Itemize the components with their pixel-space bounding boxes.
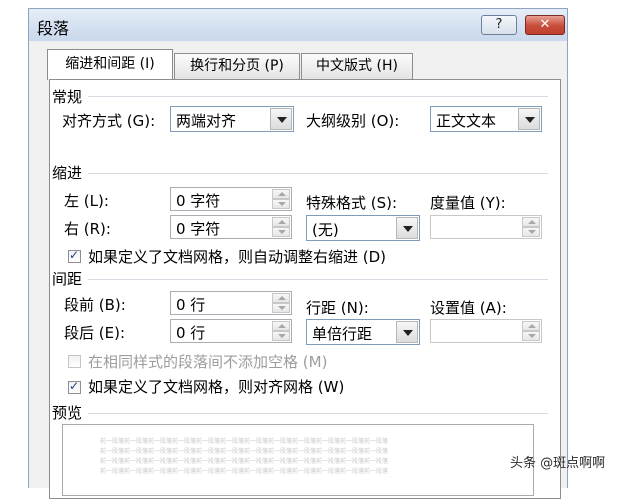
auto-adjust-indent-checkbox[interactable] bbox=[68, 248, 81, 263]
section-divider bbox=[88, 173, 548, 174]
space-after-value: 0 行 bbox=[176, 324, 206, 342]
snap-to-grid-label: 如果定义了文档网格，则对齐网格 (W) bbox=[88, 378, 345, 396]
tab-line-page-breaks[interactable]: 换行和分页 (P) bbox=[174, 53, 300, 79]
amount-label: 度量值 (Y): bbox=[430, 194, 506, 212]
spin-up-icon[interactable] bbox=[272, 321, 290, 331]
indent-left-stepper[interactable]: 0 字符 bbox=[170, 187, 292, 211]
preview-text-line: 前一段落前一段落前一段落前一段落前一段落前一段落前一段落前一段落前一段落前一段落… bbox=[100, 458, 389, 465]
tab-chinese-typography[interactable]: 中文版式 (H) bbox=[301, 53, 413, 79]
section-divider bbox=[88, 279, 548, 280]
section-divider bbox=[88, 413, 548, 414]
spin-up-icon[interactable] bbox=[272, 293, 290, 303]
special-format-select[interactable]: (无) bbox=[306, 215, 420, 241]
outline-level-select[interactable]: 正文文本 bbox=[430, 106, 542, 132]
at-stepper[interactable] bbox=[430, 319, 542, 343]
line-spacing-label: 行距 (N): bbox=[306, 299, 369, 317]
preview-text-line: 前一段落前一段落前一段落前一段落前一段落前一段落前一段落前一段落前一段落前一段落… bbox=[100, 468, 389, 475]
no-space-same-style-checkbox[interactable] bbox=[68, 355, 81, 368]
section-preview-title: 预览 bbox=[52, 404, 83, 422]
close-button[interactable]: ✕ bbox=[525, 15, 565, 35]
chevron-down-icon[interactable] bbox=[396, 321, 418, 343]
line-spacing-select[interactable]: 单倍行距 bbox=[306, 319, 420, 345]
at-label: 设置值 (A): bbox=[430, 299, 507, 317]
outline-level-value: 正文文本 bbox=[436, 112, 497, 130]
indent-left-value: 0 字符 bbox=[176, 192, 221, 210]
spin-down-icon[interactable] bbox=[272, 331, 290, 341]
section-divider bbox=[88, 96, 548, 97]
alignment-label: 对齐方式 (G): bbox=[62, 112, 156, 130]
spin-down-icon[interactable] bbox=[272, 303, 290, 313]
amount-stepper[interactable] bbox=[430, 215, 542, 239]
section-spacing-title: 间距 bbox=[52, 270, 83, 288]
space-after-stepper[interactable]: 0 行 bbox=[170, 319, 292, 343]
indent-right-stepper[interactable]: 0 字符 bbox=[170, 215, 292, 239]
section-general-title: 常规 bbox=[52, 88, 83, 106]
spin-up-icon[interactable] bbox=[522, 217, 540, 227]
auto-adjust-indent-label: 如果定义了文档网格，则自动调整右缩进 (D) bbox=[88, 248, 387, 266]
indent-right-value: 0 字符 bbox=[176, 220, 221, 238]
space-before-stepper[interactable]: 0 行 bbox=[170, 291, 292, 315]
special-format-value: (无) bbox=[312, 221, 339, 239]
snap-to-grid-checkbox[interactable] bbox=[68, 379, 81, 394]
dialog-title: 段落 bbox=[37, 19, 70, 38]
chevron-down-icon[interactable] bbox=[270, 108, 292, 130]
special-format-label: 特殊格式 (S): bbox=[306, 194, 398, 212]
spin-down-icon[interactable] bbox=[272, 227, 290, 237]
spin-up-icon[interactable] bbox=[272, 189, 290, 199]
space-after-label: 段后 (E): bbox=[64, 324, 126, 342]
watermark-text: 头条 @斑点啊啊 bbox=[510, 456, 606, 471]
indent-right-label: 右 (R): bbox=[64, 220, 111, 238]
title-bar: 段落 ? ✕ bbox=[29, 9, 567, 41]
chevron-down-icon[interactable] bbox=[396, 217, 418, 239]
spin-up-icon[interactable] bbox=[272, 217, 290, 227]
spin-down-icon[interactable] bbox=[272, 199, 290, 209]
outline-level-label: 大纲级别 (O): bbox=[306, 112, 400, 130]
line-spacing-value: 单倍行距 bbox=[312, 325, 373, 343]
spin-down-icon[interactable] bbox=[522, 331, 540, 341]
alignment-value: 两端对齐 bbox=[176, 112, 237, 130]
space-before-label: 段前 (B): bbox=[64, 296, 126, 314]
space-before-value: 0 行 bbox=[176, 296, 206, 314]
help-button[interactable]: ? bbox=[481, 15, 517, 35]
spin-down-icon[interactable] bbox=[522, 227, 540, 237]
indent-left-label: 左 (L): bbox=[64, 192, 109, 210]
section-indent-title: 缩进 bbox=[52, 164, 83, 182]
preview-text-line: 前一段落前一段落前一段落前一段落前一段落前一段落前一段落前一段落前一段落前一段落… bbox=[100, 438, 389, 445]
alignment-select[interactable]: 两端对齐 bbox=[170, 106, 294, 132]
no-space-same-style-label: 在相同样式的段落间不添加空格 (M) bbox=[88, 353, 328, 371]
preview-text-line: 前一段落前一段落前一段落前一段落前一段落前一段落前一段落前一段落前一段落前一段落… bbox=[100, 448, 389, 455]
tab-indent-spacing[interactable]: 缩进和间距 (I) bbox=[47, 49, 173, 80]
chevron-down-icon[interactable] bbox=[518, 108, 540, 130]
spin-up-icon[interactable] bbox=[522, 321, 540, 331]
